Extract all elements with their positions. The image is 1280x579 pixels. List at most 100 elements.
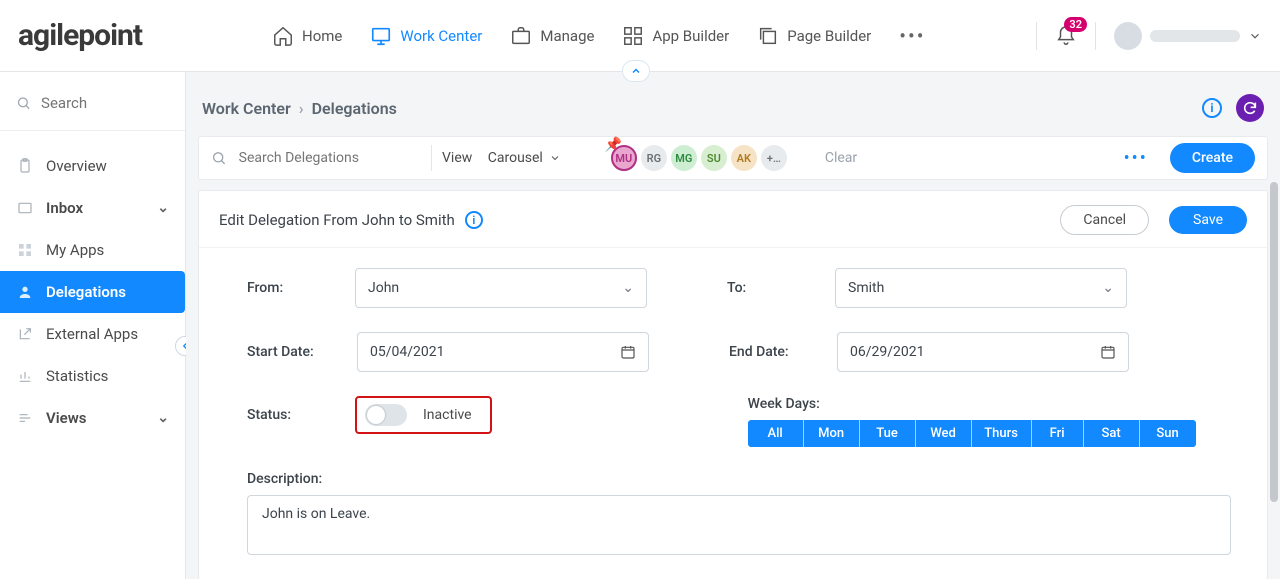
sidebar-item-label: My Apps <box>46 241 104 259</box>
header-collapse-button[interactable] <box>622 60 650 82</box>
avatar-chip[interactable]: SU <box>701 145 727 171</box>
user-name-placeholder <box>1150 30 1240 42</box>
notifications-badge: 32 <box>1064 17 1087 32</box>
sidebar-search[interactable] <box>0 82 185 131</box>
chevron-down-icon: ⌄ <box>622 280 634 296</box>
sidebar-item-label: Delegations <box>46 283 126 301</box>
panel-title: Edit Delegation From John to Smith <box>219 211 455 229</box>
chevron-down-icon <box>549 152 561 164</box>
monitor-icon <box>370 25 392 47</box>
nav-app-builder[interactable]: App Builder <box>622 25 729 47</box>
inbox-icon <box>16 199 34 217</box>
header-right: 32 <box>1036 22 1262 50</box>
info-icon[interactable]: i <box>1202 98 1222 118</box>
description-textarea[interactable] <box>247 495 1231 555</box>
sidebar-item-delegations[interactable]: Delegations <box>0 271 185 313</box>
nav-work-center[interactable]: Work Center <box>370 25 482 47</box>
start-date-value: 05/04/2021 <box>370 344 445 360</box>
main-content: Work Center › Delegations i View Carouse… <box>186 72 1280 579</box>
toolbar-search[interactable] <box>211 149 421 167</box>
clipboard-icon <box>16 157 34 175</box>
breadcrumb-root[interactable]: Work Center <box>202 99 291 118</box>
scrollbar-thumb[interactable] <box>1270 182 1278 502</box>
view-selector[interactable]: View Carousel <box>442 150 561 166</box>
sidebar-item-label: Statistics <box>46 367 108 385</box>
start-date-input[interactable]: 05/04/2021 <box>357 332 649 372</box>
divider <box>431 145 432 171</box>
nav-label: App Builder <box>652 27 729 45</box>
sidebar-item-overview[interactable]: Overview <box>0 145 185 187</box>
refresh-button[interactable] <box>1236 94 1264 122</box>
end-date-value: 06/29/2021 <box>850 344 925 360</box>
avatar-chip[interactable]: AK <box>731 145 757 171</box>
weekday-fri[interactable]: Fri <box>1032 420 1084 447</box>
briefcase-icon <box>510 25 532 47</box>
notifications-button[interactable]: 32 <box>1055 25 1077 47</box>
calendar-icon <box>1100 344 1116 360</box>
nav-label: Home <box>302 27 342 45</box>
nav-more-button[interactable]: ••• <box>899 24 925 48</box>
grid-icon <box>622 25 644 47</box>
sidebar-item-my-apps[interactable]: My Apps <box>0 229 185 271</box>
nav-manage[interactable]: Manage <box>510 25 594 47</box>
weekday-sat[interactable]: Sat <box>1084 420 1140 447</box>
status-label: Status: <box>247 407 337 423</box>
weekday-wed[interactable]: Wed <box>916 420 972 447</box>
weekday-thurs[interactable]: Thurs <box>972 420 1032 447</box>
nav-page-builder[interactable]: Page Builder <box>757 25 871 47</box>
weekdays-label: Week Days: <box>748 396 1196 412</box>
calendar-icon <box>620 344 636 360</box>
toolbar-more-button[interactable]: ••• <box>1124 148 1148 169</box>
weekday-tue[interactable]: Tue <box>860 420 916 447</box>
to-value: Smith <box>848 280 884 296</box>
nav-label: Page Builder <box>787 27 871 45</box>
avatar-icon <box>1114 22 1142 50</box>
to-label: To: <box>727 280 817 296</box>
sidebar-item-label: Views <box>46 409 87 427</box>
breadcrumb-separator: › <box>299 99 304 118</box>
weekday-mon[interactable]: Mon <box>804 420 860 447</box>
save-button[interactable]: Save <box>1169 206 1247 234</box>
chart-icon <box>16 367 34 385</box>
create-button[interactable]: Create <box>1170 143 1255 173</box>
cancel-button[interactable]: Cancel <box>1060 205 1149 235</box>
weekday-sun[interactable]: Sun <box>1140 420 1196 447</box>
info-icon[interactable]: i <box>465 211 483 229</box>
home-icon <box>272 25 294 47</box>
sidebar-item-views[interactable]: Views ⌄ <box>0 397 185 439</box>
to-select[interactable]: Smith ⌄ <box>835 268 1127 308</box>
weekday-all[interactable]: All <box>748 420 804 447</box>
avatar-filter: 📌 MU RG MG SU AK +… <box>611 145 787 171</box>
sidebar-item-label: Overview <box>46 157 107 175</box>
sidebar-item-inbox[interactable]: Inbox ⌄ <box>0 187 185 229</box>
description-label: Description: <box>247 471 1231 487</box>
sidebar-item-external-apps[interactable]: External Apps <box>0 313 185 355</box>
start-date-label: Start Date: <box>247 344 339 360</box>
end-date-input[interactable]: 06/29/2021 <box>837 332 1129 372</box>
edit-delegation-panel: Edit Delegation From John to Smith i Can… <box>198 190 1268 579</box>
user-menu[interactable] <box>1114 22 1262 50</box>
chevron-down-icon: ⌄ <box>157 410 169 426</box>
from-select[interactable]: John ⌄ <box>355 268 647 308</box>
delegations-toolbar: View Carousel 📌 MU RG MG SU AK +… Clear … <box>198 136 1268 180</box>
user-icon <box>16 283 34 301</box>
chevron-down-icon: ⌄ <box>1102 280 1114 296</box>
end-date-label: End Date: <box>729 344 819 360</box>
breadcrumb: Work Center › Delegations i <box>186 72 1280 136</box>
chevron-up-icon <box>630 65 642 77</box>
divider <box>1095 22 1096 50</box>
avatar-chip[interactable]: RG <box>641 145 667 171</box>
list-icon <box>16 409 34 427</box>
nav-home[interactable]: Home <box>272 25 342 47</box>
avatar-chip[interactable]: MG <box>671 145 697 171</box>
avatar-more[interactable]: +… <box>761 145 787 171</box>
sidebar-item-statistics[interactable]: Statistics <box>0 355 185 397</box>
copy-icon <box>757 25 779 47</box>
sidebar-search-input[interactable] <box>41 94 169 112</box>
clear-button[interactable]: Clear <box>825 150 857 166</box>
status-toggle[interactable] <box>365 404 407 426</box>
sidebar-item-label: Inbox <box>46 199 83 217</box>
toolbar-search-input[interactable] <box>239 150 421 166</box>
pin-icon: 📌 <box>605 137 622 153</box>
logo: agilepoint <box>18 18 172 53</box>
